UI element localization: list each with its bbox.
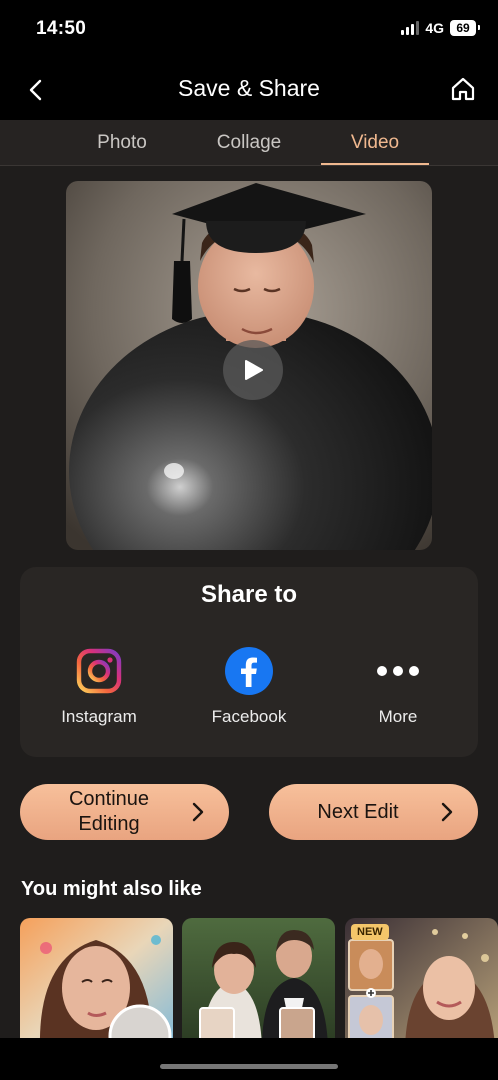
bottom-bar — [0, 1038, 498, 1080]
active-tab-indicator — [321, 163, 429, 165]
continue-editing-line1: Continue — [68, 788, 150, 810]
home-icon — [451, 77, 475, 101]
status-bar: 14:50 4G 69 — [0, 0, 498, 62]
play-icon — [245, 360, 263, 380]
suggestions-carousel[interactable]: NEW — [20, 918, 498, 1038]
nav-bar: Save & Share — [0, 62, 498, 120]
share-instagram-button[interactable]: Instagram — [39, 647, 159, 727]
page-title: Save & Share — [178, 75, 320, 101]
home-button[interactable] — [448, 74, 478, 104]
suggestions-title: You might also like — [21, 878, 202, 900]
share-panel: Share to Instagram Facebook More — [20, 567, 478, 757]
suggestion-image — [20, 918, 173, 1038]
more-icon — [374, 647, 422, 695]
play-button[interactable] — [223, 340, 283, 400]
next-edit-label: Next Edit — [317, 800, 399, 823]
tab-video[interactable]: Video — [321, 132, 429, 154]
tab-bar: Photo Collage Video — [0, 120, 498, 166]
network-label: 4G — [425, 20, 444, 36]
instagram-icon — [75, 647, 123, 695]
battery-icon: 69 — [450, 20, 480, 36]
status-time: 14:50 — [36, 18, 87, 39]
continue-editing-label: Continue Editing — [40, 787, 178, 837]
share-more-label: More — [378, 707, 418, 726]
tab-photo[interactable]: Photo — [76, 132, 168, 154]
status-indicators: 4G 69 — [401, 20, 480, 36]
suggestion-couple[interactable] — [182, 918, 335, 1038]
share-instagram-label: Instagram — [61, 707, 137, 726]
suggestion-collage[interactable]: NEW — [345, 918, 498, 1038]
next-edit-button[interactable]: Next Edit — [269, 784, 478, 840]
share-facebook-button[interactable]: Facebook — [189, 647, 309, 727]
share-title: Share to — [200, 581, 298, 608]
share-more-button[interactable]: More — [338, 647, 458, 727]
continue-editing-button[interactable]: Continue Editing — [20, 784, 229, 840]
signal-icon — [401, 21, 420, 35]
chevron-right-icon — [441, 802, 453, 822]
continue-editing-line2: Editing — [78, 813, 140, 835]
facebook-icon — [225, 647, 273, 695]
suggestion-image — [182, 918, 335, 1038]
video-preview[interactable] — [66, 181, 432, 550]
share-facebook-label: Facebook — [211, 707, 287, 726]
chevron-right-icon — [192, 802, 204, 822]
tab-collage[interactable]: Collage — [196, 132, 302, 154]
home-indicator[interactable] — [160, 1064, 338, 1069]
new-badge: NEW — [351, 924, 389, 940]
suggestion-portrait-woman[interactable] — [20, 918, 173, 1038]
